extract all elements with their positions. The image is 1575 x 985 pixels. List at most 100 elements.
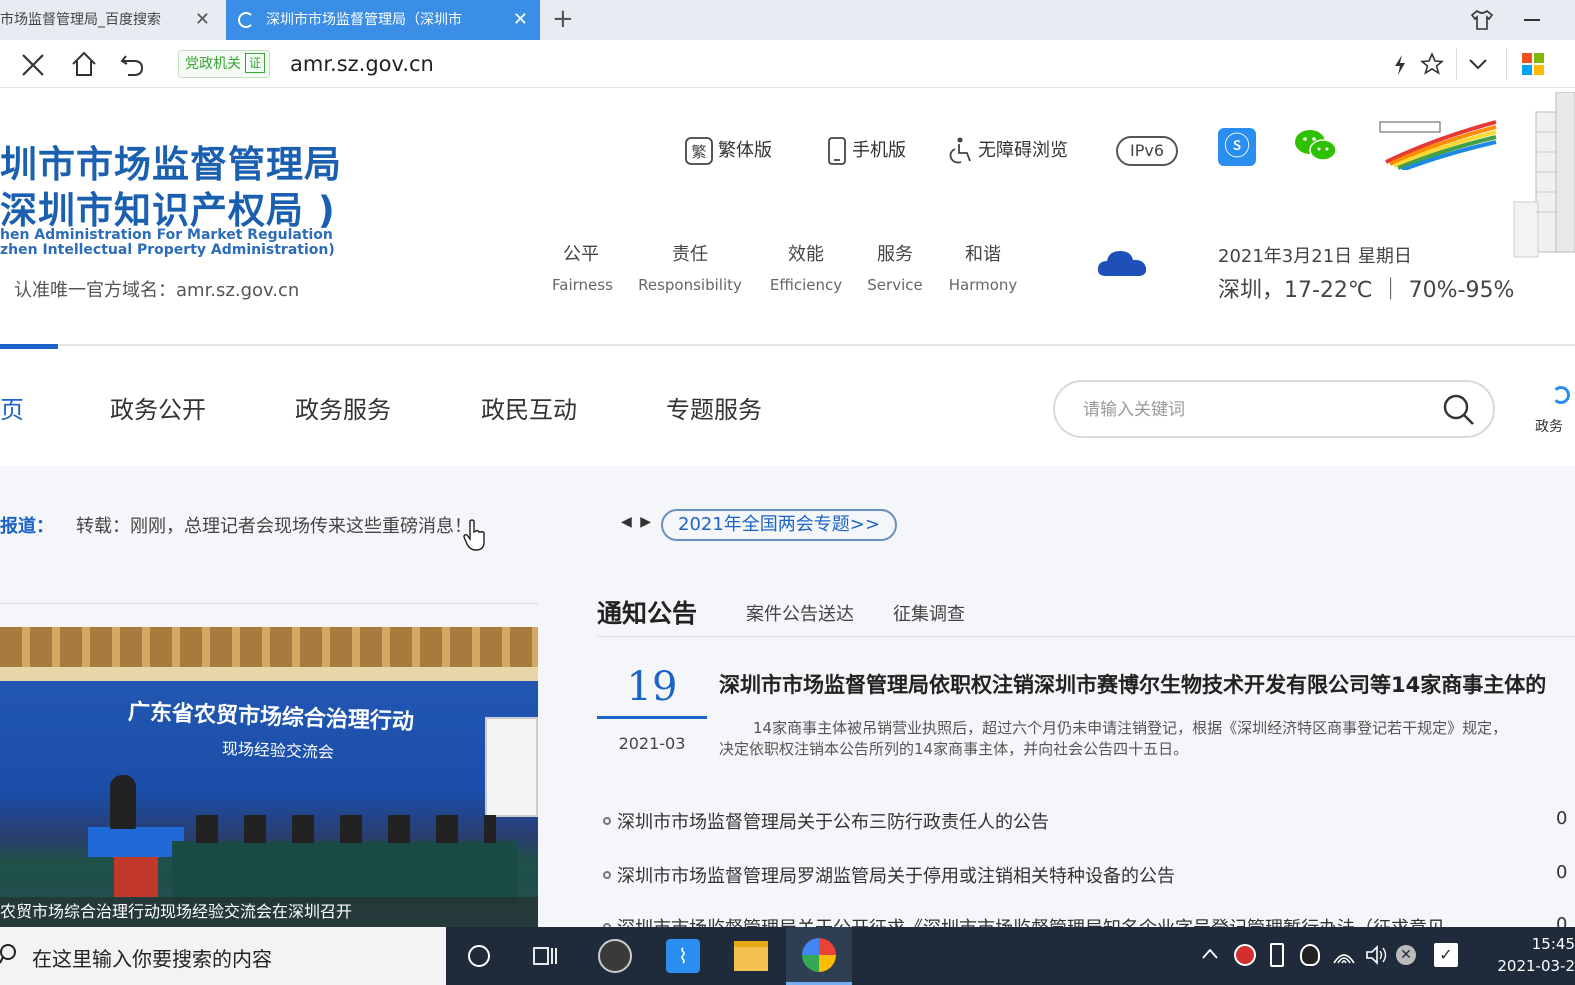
undo-icon[interactable] bbox=[118, 50, 146, 78]
featured-summary-line2: 决定依职权注销本公告所列的14家商事主体，并向社会公告四十五日。 bbox=[719, 740, 1189, 758]
notice-title: 深圳市市场监督管理局罗湖监管局关于停用或注销相关特种设备的公告 bbox=[617, 866, 1175, 887]
app-icon[interactable]: ⓢ bbox=[1218, 128, 1256, 166]
browser-app-icon bbox=[802, 938, 836, 972]
tab-title: 深圳市市场监督管理局（深圳市 bbox=[266, 12, 462, 28]
value-en: Fairness bbox=[552, 276, 613, 294]
nav-item-interaction[interactable]: 政民互动 bbox=[481, 390, 577, 425]
browser-tab-bar: 市场监督管理局_百度搜索 ✕ 深圳市市场监督管理局（深圳市 ✕ + bbox=[0, 0, 1575, 40]
featured-day: 19 bbox=[626, 664, 678, 710]
traditional-label: 繁体版 bbox=[718, 140, 772, 161]
list-item[interactable]: 深圳市市场监督管理局关于公布三防行政责任人的公告 bbox=[603, 808, 1049, 834]
search-input[interactable] bbox=[1083, 396, 1423, 424]
side-screen bbox=[485, 717, 538, 817]
value-cn: 效能 bbox=[788, 244, 824, 265]
tab-title: 市场监督管理局_百度搜索 bbox=[0, 12, 161, 28]
close-icon[interactable]: ✕ bbox=[513, 0, 528, 40]
nav-item-special[interactable]: 专题服务 bbox=[666, 390, 762, 425]
mobile-version-link[interactable]: 手机版 bbox=[826, 134, 906, 168]
ticker-arrows[interactable]: ◀ ▶ bbox=[621, 514, 653, 530]
nav-item-home[interactable]: 页 bbox=[0, 390, 24, 425]
close-icon[interactable]: ✕ bbox=[195, 0, 210, 40]
site-title-line2: 深圳市知识产权局 ) bbox=[0, 189, 336, 232]
qq-icon[interactable] bbox=[1300, 944, 1320, 966]
featured-notice-title[interactable]: 深圳市市场监督管理局依职权注销深圳市赛博尔生物技术开发有限公司等14家商事主体的 bbox=[719, 669, 1546, 699]
clock-time: 15:45 bbox=[1531, 935, 1575, 953]
value-service: 服务 Service bbox=[864, 240, 926, 294]
news-ticker-label: 报道： bbox=[0, 516, 54, 537]
special-topic-link[interactable]: 2021年全国两会专题>> bbox=[661, 509, 897, 541]
banner-subtitle: 现场经验交流会 bbox=[221, 739, 335, 762]
value-cn: 公平 bbox=[563, 244, 599, 265]
stop-icon[interactable] bbox=[20, 52, 46, 78]
svg-text:繁: 繁 bbox=[691, 143, 706, 161]
accessibility-label: 无障碍浏览 bbox=[978, 140, 1068, 161]
left-divider bbox=[0, 603, 538, 604]
list-item[interactable]: 深圳市市场监督管理局罗湖监管局关于停用或注销相关特种设备的公告 bbox=[603, 862, 1175, 888]
value-cn: 服务 bbox=[877, 244, 913, 265]
traditional-chinese-link[interactable]: 繁繁体版 bbox=[684, 134, 772, 168]
browser-taskbar-button[interactable] bbox=[786, 927, 852, 985]
notification-icon[interactable]: ✓ bbox=[1434, 943, 1458, 967]
list-item[interactable]: 深圳市市场监督管理局关于公开征求《深圳市市场监督管理局知名企业字号登记管理暂行办… bbox=[603, 914, 1445, 927]
value-en: Responsibility bbox=[638, 276, 742, 294]
news-photo[interactable]: 广东省农贸市场综合治理行动 现场经验交流会 农贸市场综合治理行动现场经验交流会在… bbox=[0, 627, 538, 927]
system-clock[interactable]: 15:45 2021-03-2 bbox=[1480, 933, 1575, 977]
photo-caption: 农贸市场综合治理行动现场经验交流会在深圳召开 bbox=[0, 897, 538, 927]
search-icon[interactable] bbox=[1441, 392, 1477, 428]
accessibility-link[interactable]: 无障碍浏览 bbox=[946, 134, 1068, 168]
lightning-icon[interactable] bbox=[1392, 54, 1408, 76]
tab-surveys[interactable]: 征集调查 bbox=[893, 600, 965, 626]
seated-people bbox=[196, 815, 496, 843]
weather-info: 深圳，17-22℃ ｜ 70%-95% bbox=[1218, 278, 1515, 303]
browser-tab-active[interactable]: 深圳市市场监督管理局（深圳市 ✕ bbox=[226, 0, 540, 40]
cloud-icon bbox=[1097, 251, 1147, 276]
hand-cursor-icon bbox=[463, 519, 485, 551]
shirt-icon[interactable] bbox=[1470, 9, 1494, 31]
nav-item-gov-open[interactable]: 政务公开 bbox=[110, 390, 206, 425]
podium bbox=[88, 827, 184, 857]
new-tab-button[interactable]: + bbox=[552, 4, 574, 34]
ceiling-decor bbox=[0, 627, 538, 667]
current-date: 2021年3月21日 星期日 bbox=[1218, 246, 1412, 267]
home-icon[interactable] bbox=[70, 50, 98, 78]
nav-item-gov-service[interactable]: 政务服务 bbox=[295, 390, 391, 425]
usb-icon[interactable] bbox=[1270, 943, 1284, 967]
bullet-icon bbox=[603, 817, 611, 825]
banner-title: 广东省农贸市场综合治理行动 bbox=[127, 700, 415, 735]
browser-tab-baidu[interactable]: 市场监督管理局_百度搜索 ✕ bbox=[0, 0, 226, 40]
building-illustration bbox=[1513, 92, 1575, 258]
cortana-icon[interactable] bbox=[468, 945, 490, 967]
party-government-badge[interactable]: 党政机关证 bbox=[178, 50, 270, 78]
minimize-icon[interactable] bbox=[1524, 19, 1540, 21]
news-ticker-text[interactable]: 转载：刚刚，总理记者会现场传来这些重磅消息！ bbox=[76, 512, 472, 538]
task-view-icon[interactable] bbox=[532, 943, 558, 969]
file-explorer-icon[interactable] bbox=[734, 941, 768, 971]
tab-case-notices[interactable]: 案件公告送达 bbox=[746, 600, 854, 626]
tray-app-icon[interactable] bbox=[1234, 944, 1256, 966]
value-harmony: 和谐 Harmony bbox=[948, 240, 1018, 294]
site-search-box bbox=[1053, 380, 1495, 438]
notice-date: 0 bbox=[1556, 914, 1568, 927]
phone-icon bbox=[828, 137, 846, 165]
bullet-icon bbox=[603, 871, 611, 879]
star-icon[interactable] bbox=[1420, 52, 1444, 76]
gov-app-icon[interactable] bbox=[1552, 386, 1570, 404]
taskbar-search[interactable]: 在这里输入你要搜索的内容 bbox=[0, 927, 446, 985]
url-field[interactable]: amr.sz.gov.cn bbox=[290, 52, 434, 76]
apps-icon[interactable] bbox=[1522, 53, 1544, 75]
wheelchair-icon bbox=[949, 137, 971, 164]
list-item-clipped[interactable]: 深圳市市场监督管理局关于公开征求《深圳市市场监督管理局知名企业字号登记管理暂行办… bbox=[603, 904, 1575, 927]
volume-icon[interactable] bbox=[1364, 943, 1388, 967]
input-method-icon[interactable]: ✕ bbox=[1396, 945, 1416, 965]
wifi-icon[interactable] bbox=[1332, 943, 1356, 967]
chevron-down-icon[interactable] bbox=[1468, 58, 1488, 70]
gov-app-label[interactable]: 政务 bbox=[1535, 416, 1563, 436]
chevron-up-icon[interactable] bbox=[1200, 947, 1220, 961]
notice-title: 深圳市市场监督管理局关于公布三防行政责任人的公告 bbox=[617, 812, 1049, 833]
wechat-icon[interactable] bbox=[1294, 128, 1338, 164]
value-cn: 和谐 bbox=[965, 244, 1001, 265]
whiteboard-app-icon[interactable]: ⌇ bbox=[666, 939, 700, 973]
obs-app-icon[interactable] bbox=[598, 939, 632, 973]
site-title-en-line1: hen Administration For Market Regulation bbox=[0, 227, 333, 243]
tab-notices[interactable]: 通知公告 bbox=[597, 594, 697, 630]
